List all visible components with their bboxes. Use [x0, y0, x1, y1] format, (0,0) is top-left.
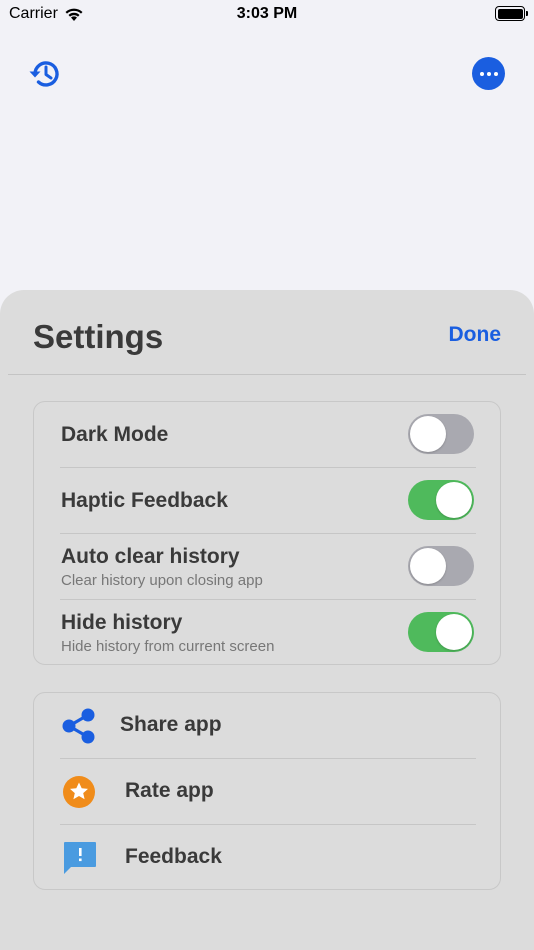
- star-icon: [63, 776, 95, 808]
- history-icon[interactable]: [26, 55, 64, 93]
- feedback-row[interactable]: Feedback: [34, 825, 500, 891]
- setting-label: Dark Mode: [61, 423, 169, 446]
- setting-subtitle: Clear history upon closing app: [61, 572, 263, 589]
- setting-label: Haptic Feedback: [61, 489, 228, 512]
- setting-row-auto-clear-history: Auto clear history Clear history upon cl…: [34, 534, 500, 600]
- status-time: 3:03 PM: [236, 5, 298, 22]
- haptic-feedback-toggle[interactable]: [408, 480, 474, 520]
- more-icon-dot: [493, 71, 498, 76]
- setting-row-hide-history: Hide history Hide history from current s…: [34, 600, 500, 666]
- status-bar: Carrier 3:03 PM: [0, 0, 534, 30]
- setting-label: Auto clear history: [61, 545, 240, 568]
- setting-subtitle: Hide history from current screen: [61, 638, 275, 655]
- settings-toggle-group: Dark Mode Haptic Feedback Auto clear his…: [33, 401, 501, 665]
- feedback-icon: [64, 842, 96, 874]
- settings-action-group: Share app Rate app Feedback: [33, 692, 501, 890]
- setting-label: Hide history: [61, 611, 183, 634]
- sheet-title: Settings: [33, 318, 164, 355]
- setting-row-haptic-feedback: Haptic Feedback: [34, 468, 500, 534]
- hide-history-toggle[interactable]: [408, 612, 474, 652]
- share-icon: [62, 708, 95, 744]
- share-app-label: Share app: [120, 713, 222, 736]
- dark-mode-toggle[interactable]: [408, 414, 474, 454]
- more-icon-dot: [479, 71, 484, 76]
- feedback-label: Feedback: [125, 845, 222, 868]
- sheet-divider: [8, 374, 526, 375]
- rate-app-row[interactable]: Rate app: [34, 759, 500, 825]
- setting-row-dark-mode: Dark Mode: [34, 402, 500, 468]
- more-icon-dot: [486, 71, 491, 76]
- rate-app-label: Rate app: [125, 779, 214, 802]
- done-button[interactable]: Done: [449, 323, 502, 347]
- battery-icon: [495, 6, 528, 21]
- share-app-row[interactable]: Share app: [34, 693, 500, 759]
- auto-clear-history-toggle[interactable]: [408, 546, 474, 586]
- more-button[interactable]: [472, 57, 505, 90]
- settings-sheet: Settings Done Dark Mode Haptic Feedback …: [0, 290, 534, 950]
